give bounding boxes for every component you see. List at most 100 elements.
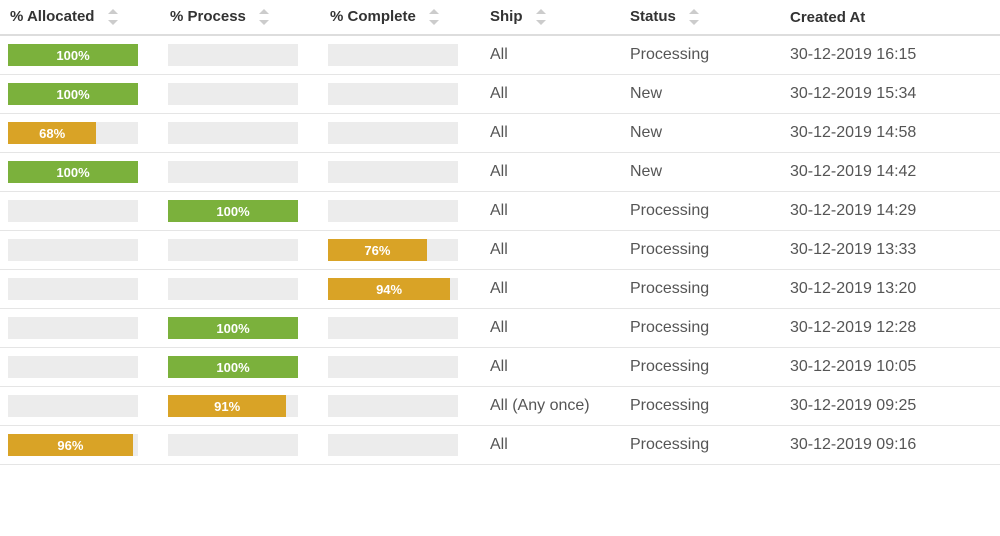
status-cell: Processing — [620, 270, 780, 309]
ship-cell: All — [480, 231, 620, 270]
progress-label: 76% — [364, 243, 390, 258]
progress-cell — [320, 35, 480, 75]
progress-bar: 96% — [8, 434, 138, 456]
progress-bar — [8, 356, 138, 378]
table-row[interactable]: 100%AllProcessing30-12-2019 16:15 — [0, 35, 1000, 75]
col-allocated-header[interactable]: % Allocated — [0, 0, 160, 35]
progress-bar — [328, 161, 458, 183]
progress-bar — [168, 278, 298, 300]
progress-cell — [160, 270, 320, 309]
col-status-header[interactable]: Status — [620, 0, 780, 35]
col-status-label: Status — [630, 8, 676, 25]
progress-bar — [328, 317, 458, 339]
progress-label: 100% — [216, 204, 249, 219]
created-cell: 30-12-2019 16:15 — [780, 35, 1000, 75]
status-cell: New — [620, 75, 780, 114]
progress-fill: 100% — [8, 161, 138, 183]
progress-label: 100% — [56, 48, 89, 63]
created-cell: 30-12-2019 15:34 — [780, 75, 1000, 114]
progress-bar — [8, 200, 138, 222]
progress-cell — [0, 231, 160, 270]
table-row[interactable]: 100%AllNew30-12-2019 14:42 — [0, 153, 1000, 192]
created-cell: 30-12-2019 13:20 — [780, 270, 1000, 309]
ship-cell: All — [480, 348, 620, 387]
progress-bar — [328, 200, 458, 222]
sort-icon[interactable] — [533, 8, 547, 26]
progress-bar — [328, 395, 458, 417]
progress-cell — [160, 231, 320, 270]
progress-bar: 76% — [328, 239, 458, 261]
created-cell: 30-12-2019 09:16 — [780, 426, 1000, 465]
col-ship-header[interactable]: Ship — [480, 0, 620, 35]
col-complete-header[interactable]: % Complete — [320, 0, 480, 35]
status-cell: New — [620, 153, 780, 192]
progress-cell — [320, 192, 480, 231]
table-row[interactable]: 100%AllProcessing30-12-2019 12:28 — [0, 309, 1000, 348]
table-row[interactable]: 94%AllProcessing30-12-2019 13:20 — [0, 270, 1000, 309]
created-cell: 30-12-2019 14:29 — [780, 192, 1000, 231]
progress-cell: 68% — [0, 114, 160, 153]
progress-bar — [8, 239, 138, 261]
progress-cell — [320, 153, 480, 192]
progress-cell — [160, 426, 320, 465]
ship-cell: All — [480, 192, 620, 231]
col-process-header[interactable]: % Process — [160, 0, 320, 35]
progress-fill: 100% — [168, 356, 298, 378]
data-table: % Allocated % Process % Complete Ship St… — [0, 0, 1000, 465]
progress-bar — [168, 122, 298, 144]
progress-bar — [8, 317, 138, 339]
progress-fill: 100% — [8, 83, 138, 105]
table-row[interactable]: 100%AllProcessing30-12-2019 10:05 — [0, 348, 1000, 387]
progress-cell — [320, 387, 480, 426]
progress-fill: 100% — [168, 200, 298, 222]
table-row[interactable]: 68% AllNew30-12-2019 14:58 — [0, 114, 1000, 153]
progress-cell: 76% — [320, 231, 480, 270]
progress-bar — [8, 395, 138, 417]
progress-fill: 94% — [328, 278, 450, 300]
progress-bar — [168, 44, 298, 66]
progress-bar — [328, 44, 458, 66]
col-created-header[interactable]: Created At — [780, 0, 1000, 35]
progress-cell — [320, 309, 480, 348]
progress-fill: 68% — [8, 122, 96, 144]
progress-bar: 100% — [168, 317, 298, 339]
sort-icon[interactable] — [686, 8, 700, 26]
progress-cell — [320, 114, 480, 153]
progress-label: 100% — [216, 360, 249, 375]
progress-bar — [328, 122, 458, 144]
progress-label: 94% — [376, 282, 402, 297]
progress-bar — [328, 356, 458, 378]
progress-cell: 100% — [160, 192, 320, 231]
progress-cell — [160, 75, 320, 114]
created-cell: 30-12-2019 09:25 — [780, 387, 1000, 426]
status-cell: Processing — [620, 192, 780, 231]
progress-bar: 100% — [168, 200, 298, 222]
created-cell: 30-12-2019 10:05 — [780, 348, 1000, 387]
progress-bar — [8, 278, 138, 300]
status-cell: Processing — [620, 231, 780, 270]
progress-fill: 91% — [168, 395, 286, 417]
col-process-label: % Process — [170, 8, 246, 25]
created-cell: 30-12-2019 14:58 — [780, 114, 1000, 153]
col-created-label: Created At — [790, 9, 865, 26]
created-cell: 30-12-2019 14:42 — [780, 153, 1000, 192]
progress-bar: 94% — [328, 278, 458, 300]
progress-cell — [0, 270, 160, 309]
table-row[interactable]: 96% AllProcessing30-12-2019 09:16 — [0, 426, 1000, 465]
table-row[interactable]: 100% AllProcessing30-12-2019 14:29 — [0, 192, 1000, 231]
status-cell: Processing — [620, 426, 780, 465]
table-row[interactable]: 76%AllProcessing30-12-2019 13:33 — [0, 231, 1000, 270]
ship-cell: All — [480, 426, 620, 465]
progress-fill: 76% — [328, 239, 427, 261]
sort-icon[interactable] — [256, 8, 270, 26]
table-row[interactable]: 100%AllNew30-12-2019 15:34 — [0, 75, 1000, 114]
progress-bar: 100% — [8, 161, 138, 183]
progress-fill: 100% — [8, 44, 138, 66]
progress-bar: 91% — [168, 395, 298, 417]
status-cell: New — [620, 114, 780, 153]
ship-cell: All — [480, 114, 620, 153]
sort-icon[interactable] — [426, 8, 440, 26]
progress-cell — [320, 348, 480, 387]
sort-icon[interactable] — [105, 8, 119, 26]
table-row[interactable]: 91%All (Any once)Processing30-12-2019 09… — [0, 387, 1000, 426]
